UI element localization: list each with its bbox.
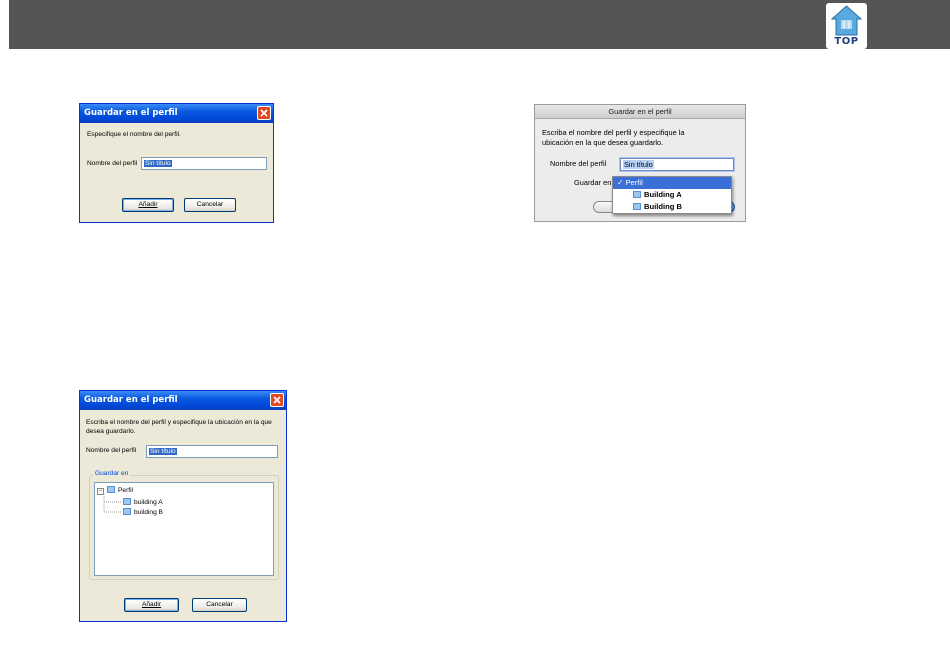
dialog-title: Guardar en el perfil xyxy=(535,105,745,119)
profile-name-input[interactable]: Sin título xyxy=(146,445,278,458)
close-button[interactable] xyxy=(257,106,271,120)
cancel-button[interactable]: Cancelar xyxy=(184,198,236,212)
checkmark-icon: ✓ xyxy=(617,178,626,187)
profile-name-input[interactable]: Sin título xyxy=(620,158,734,171)
dialog-title: Guardar en el perfil xyxy=(80,104,273,123)
save-profile-dialog-mac: Guardar en el perfil Escriba el nombre d… xyxy=(534,104,746,222)
location-tree[interactable]: − Perfil building A building B xyxy=(94,482,274,576)
folder-icon xyxy=(123,508,131,515)
tree-node-perfil[interactable]: − Perfil xyxy=(97,485,133,495)
collapse-icon[interactable]: − xyxy=(97,488,104,495)
dialog-title: Guardar en el perfil xyxy=(80,391,286,410)
top-button[interactable]: TOP xyxy=(826,3,867,49)
folder-icon xyxy=(123,498,131,505)
save-in-label: Guardar en xyxy=(93,470,131,477)
home-icon xyxy=(831,5,862,36)
menu-item-building-a[interactable]: Building A xyxy=(613,189,731,201)
close-button[interactable] xyxy=(270,393,284,407)
folder-icon xyxy=(633,191,641,198)
name-label: Nombre del perfil xyxy=(550,159,607,168)
close-icon xyxy=(260,109,268,117)
tree-node-building-b[interactable]: building B xyxy=(123,507,163,517)
folder-icon xyxy=(633,203,641,210)
menu-item-perfil[interactable]: ✓ Perfil xyxy=(613,177,731,189)
instruction-line-2: desea guardarlo. xyxy=(86,428,136,435)
add-button[interactable]: Añadir xyxy=(122,198,174,212)
save-profile-dialog-xp: Guardar en el perfil Especifique el nomb… xyxy=(79,103,274,223)
instruction-line-1: Escriba el nombre del perfil y especifiq… xyxy=(542,128,685,137)
add-button[interactable]: Añadir xyxy=(124,598,179,612)
top-label: TOP xyxy=(834,36,859,47)
tree-node-building-a[interactable]: building A xyxy=(123,497,163,507)
folder-open-icon xyxy=(107,486,115,493)
name-label: Nombre del perfil xyxy=(87,160,138,167)
location-popup-menu[interactable]: ✓ Perfil Building A Building B xyxy=(612,176,732,214)
instruction-line-2: ubicación en la que desea guardarlo. xyxy=(542,138,664,147)
close-icon xyxy=(273,396,281,404)
cancel-button[interactable]: Cancelar xyxy=(192,598,247,612)
instruction-text: Especifique el nombre del perfil. xyxy=(87,131,181,138)
profile-name-input[interactable]: Sin título xyxy=(141,157,267,170)
name-label: Nombre del perfil xyxy=(86,447,137,454)
menu-item-building-b[interactable]: Building B xyxy=(613,201,731,213)
save-profile-dialog-xp-tree: Guardar en el perfil Escriba el nombre d… xyxy=(79,390,287,622)
page-header-bar xyxy=(9,0,950,49)
instruction-line-1: Escriba el nombre del perfil y especifiq… xyxy=(86,419,272,426)
save-in-label: Guardar en xyxy=(574,178,612,187)
